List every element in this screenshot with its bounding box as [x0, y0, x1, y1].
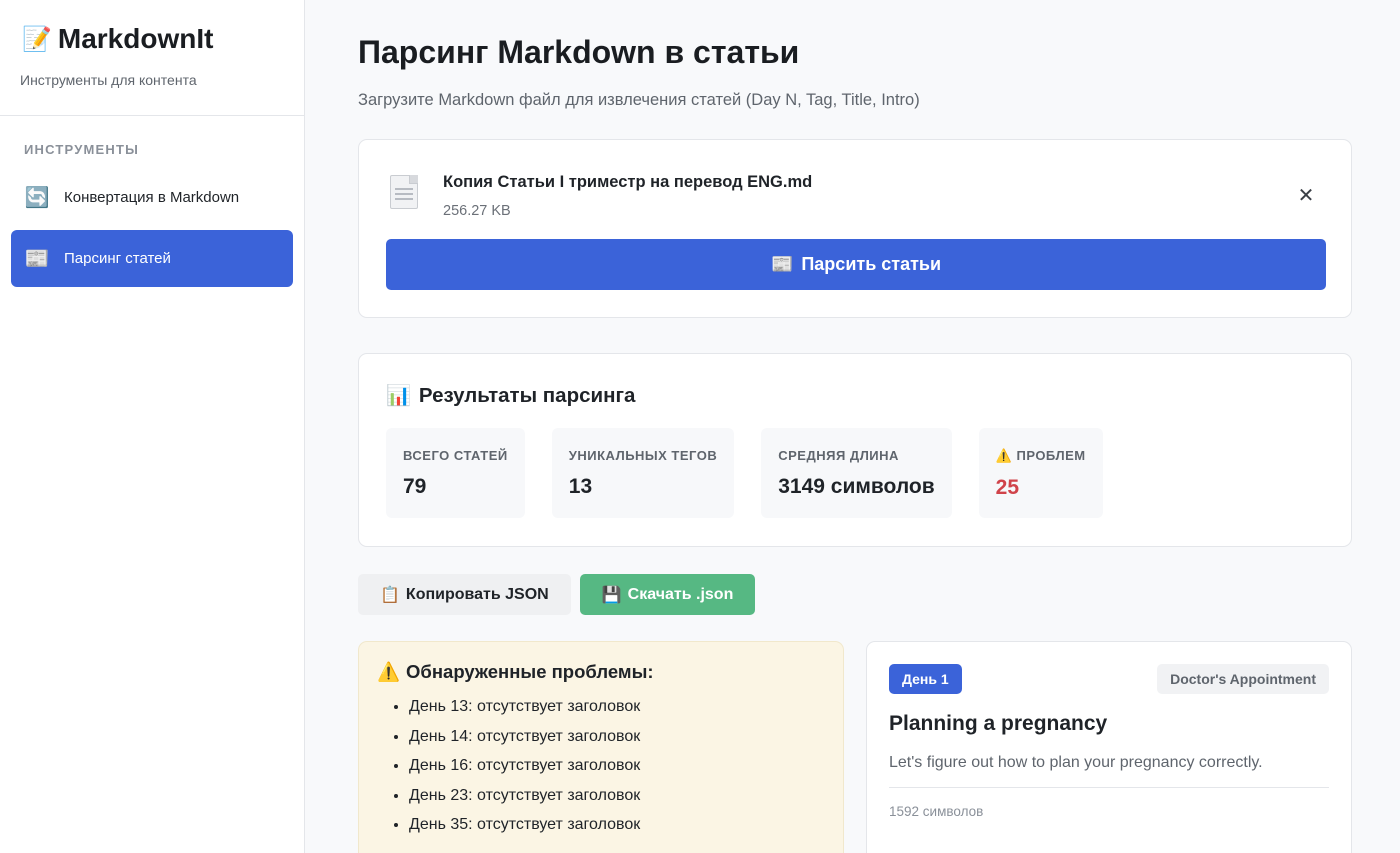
list-item: День 35: отсутствует заголовок: [409, 816, 825, 846]
document-icon: [386, 175, 424, 213]
brand-subtitle: Инструменты для контента: [20, 72, 197, 88]
parse-articles-button[interactable]: 📰 Парсить статьи: [386, 239, 1326, 290]
brand-title: 📝 MarkdownIt: [22, 22, 284, 56]
list-item: День 13: отсутствует заголовок: [409, 698, 825, 728]
stat-value: 13: [568, 475, 593, 498]
brand-name: MarkdownIt: [57, 23, 214, 54]
bottom-row: ⚠️ Обнаруженные проблемы: День 13: отсут…: [358, 641, 1352, 853]
problems-panel: ⚠️ Обнаруженные проблемы: День 13: отсут…: [358, 641, 844, 853]
stat-label: СРЕДНЯЯ ДЛИНА: [778, 448, 899, 463]
memo-icon: 📝: [22, 25, 52, 53]
clipboard-icon: 📋: [380, 586, 400, 604]
app-root: 📝 MarkdownIt Инструменты для контента ИН…: [0, 0, 1400, 853]
close-icon: ✕: [1297, 185, 1315, 207]
article-header: День 1 Doctor's Appointment: [889, 664, 1329, 694]
upload-card: Копия Статьи I триместр на перевод ENG.m…: [358, 139, 1352, 318]
newspaper-icon: 📰: [24, 248, 50, 270]
problems-title: ⚠️ Обнаруженные проблемы:: [377, 661, 825, 683]
stat-average-length: СРЕДНЯЯ ДЛИНА 3149 символов: [761, 428, 952, 518]
file-meta: Копия Статьи I триместр на перевод ENG.m…: [443, 167, 812, 219]
problems-list: День 13: отсутствует заголовок День 14: …: [377, 698, 825, 846]
results-title-text: Результаты парсинга: [418, 383, 636, 407]
file-row: Копия Статьи I триместр на перевод ENG.m…: [386, 167, 1324, 239]
stat-value: 25: [995, 476, 1020, 499]
stat-unique-tags: УНИКАЛЬНЫХ ТЕГОВ 13: [551, 428, 735, 518]
refresh-icon: 🔄: [24, 187, 50, 209]
tag-badge: Doctor's Appointment: [1157, 664, 1329, 694]
stat-label: ⚠️ ПРОБЛЕМ: [995, 448, 1086, 463]
stat-total-articles: ВСЕГО СТАТЕЙ 79: [386, 428, 525, 518]
stat-label: ВСЕГО СТАТЕЙ: [403, 448, 508, 463]
sidebar-item-label: Парсинг статей: [64, 250, 171, 267]
remove-file-button[interactable]: ✕: [1295, 185, 1317, 207]
sidebar-item-convert[interactable]: 🔄 Конвертация в Markdown: [11, 169, 293, 226]
page-title: Парсинг Markdown в статьи: [358, 34, 800, 70]
file-name: Копия Статьи I триместр на перевод ENG.m…: [443, 173, 813, 191]
stats-row: ВСЕГО СТАТЕЙ 79 УНИКАЛЬНЫХ ТЕГОВ 13 СРЕД…: [386, 428, 1324, 518]
article-length: 1592 символов: [889, 804, 984, 819]
page-subtitle: Загрузите Markdown файл для извлечения с…: [358, 91, 920, 109]
stat-label: УНИКАЛЬНЫХ ТЕГОВ: [568, 448, 718, 463]
file-size: 256.27 KB: [443, 203, 511, 219]
article-title: Planning a pregnancy: [889, 712, 1108, 735]
problems-title-text: Обнаруженные проблемы:: [406, 661, 654, 682]
newspaper-icon: 📰: [770, 254, 794, 274]
parse-articles-label: Парсить статьи: [801, 254, 942, 274]
bar-chart-icon: 📊: [386, 385, 411, 407]
results-title: 📊 Результаты парсинга: [386, 383, 1324, 408]
list-item: День 16: отсутствует заголовок: [409, 757, 825, 787]
copy-json-label: Копировать JSON: [405, 585, 549, 603]
main-content: Парсинг Markdown в статьи Загрузите Mark…: [305, 0, 1400, 853]
sidebar-item-parse[interactable]: 📰 Парсинг статей: [11, 230, 293, 287]
warning-icon: ⚠️: [377, 661, 401, 682]
brand: 📝 MarkdownIt Инструменты для контента: [0, 0, 304, 116]
stat-value: 3149 символов: [778, 475, 935, 498]
day-badge: День 1: [889, 664, 962, 694]
floppy-disk-icon: 💾: [601, 586, 622, 604]
sidebar-item-label: Конвертация в Markdown: [64, 189, 240, 206]
download-json-label: Скачать .json: [627, 585, 734, 603]
results-card: 📊 Результаты парсинга ВСЕГО СТАТЕЙ 79 УН…: [358, 353, 1352, 547]
stat-problems: ⚠️ ПРОБЛЕМ 25: [978, 428, 1103, 518]
article-intro: Let's figure out how to plan your pregna…: [889, 754, 1329, 788]
sidebar: 📝 MarkdownIt Инструменты для контента ИН…: [0, 0, 305, 853]
stat-value: 79: [403, 475, 427, 498]
sidebar-nav: ИНСТРУМЕНТЫ 🔄 Конвертация в Markdown 📰 П…: [0, 116, 304, 287]
list-item: День 23: отсутствует заголовок: [409, 787, 825, 817]
actions-row: 📋 Копировать JSON 💾 Скачать .json: [358, 574, 1352, 615]
copy-json-button[interactable]: 📋 Копировать JSON: [358, 574, 571, 615]
article-card[interactable]: День 1 Doctor's Appointment Planning a p…: [866, 641, 1352, 853]
list-item: День 14: отсутствует заголовок: [409, 728, 825, 758]
nav-heading: ИНСТРУМЕНТЫ: [24, 142, 140, 157]
download-json-button[interactable]: 💾 Скачать .json: [579, 574, 756, 615]
